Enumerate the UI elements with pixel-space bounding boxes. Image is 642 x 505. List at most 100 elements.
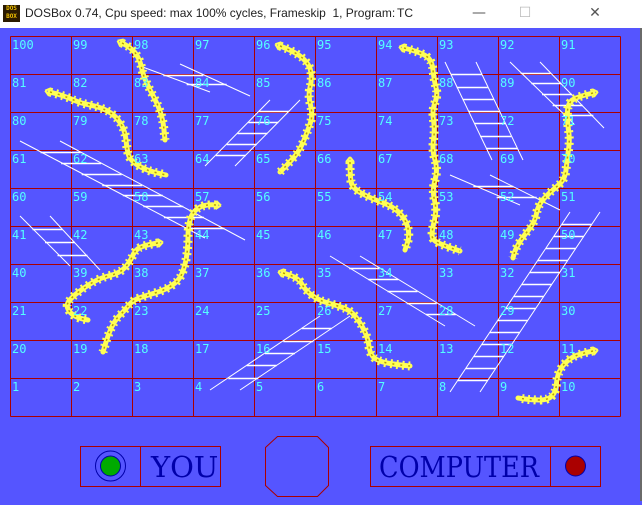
close-icon: ✕ (589, 5, 601, 21)
cell-number-36: 36 (256, 266, 270, 280)
green-token-icon (100, 455, 121, 477)
cell-number-78: 78 (134, 114, 148, 128)
cell-number-38: 38 (134, 266, 148, 280)
cell-number-22: 22 (73, 304, 87, 318)
cell-number-65: 65 (256, 152, 270, 166)
cell-number-5: 5 (256, 380, 263, 394)
cell-number-42: 42 (73, 228, 87, 242)
cell-number-72: 72 (500, 114, 514, 128)
cell-number-44: 44 (195, 228, 209, 242)
cell-number-63: 63 (134, 152, 148, 166)
program-name: TC (397, 6, 413, 20)
game-screen: 100 99 98 97 96 95 94 93 92 91 81 82 83 84 85 86 87 88 89 9… (0, 28, 642, 501)
cell-number-69: 69 (500, 152, 514, 166)
board-cell-5 (255, 379, 315, 416)
cell-number-45: 45 (256, 228, 270, 242)
cell-number-8: 8 (439, 380, 446, 394)
computer-label: COMPUTER (379, 450, 540, 484)
cell-number-86: 86 (317, 76, 331, 90)
cell-number-27: 27 (378, 304, 392, 318)
close-button[interactable]: ✕ (548, 0, 642, 28)
cell-number-28: 28 (439, 304, 453, 318)
dosbox-app-icon[interactable]: DOS BOX (3, 5, 20, 22)
red-token-icon (565, 455, 586, 477)
cell-number-21: 21 (12, 304, 26, 318)
maximize-button[interactable]: ☐ (502, 0, 548, 28)
board-cell-2 (72, 379, 132, 416)
cell-number-46: 46 (317, 228, 331, 242)
cell-number-2: 2 (73, 380, 80, 394)
cell-number-98: 98 (134, 38, 148, 52)
game-canvas: 100 99 98 97 96 95 94 93 92 9181 82 83 84 85 86 87 88 89 9… (10, 36, 621, 497)
cell-number-24: 24 (195, 304, 209, 318)
cell-number-93: 93 (439, 38, 453, 52)
board-cell-6 (316, 379, 376, 416)
cell-number-59: 59 (73, 190, 87, 204)
cell-number-71: 71 (561, 114, 575, 128)
cell-number-60: 60 (12, 190, 26, 204)
you-panel: YOU (80, 446, 221, 487)
cell-number-11: 11 (561, 342, 575, 356)
cell-number-89: 89 (500, 76, 514, 90)
cell-number-12: 12 (500, 342, 514, 356)
cell-number-50: 50 (561, 228, 575, 242)
cell-number-87: 87 (378, 76, 392, 90)
cell-number-75: 75 (317, 114, 331, 128)
cell-number-80: 80 (12, 114, 26, 128)
cell-number-81: 81 (12, 76, 26, 90)
cell-number-99: 99 (73, 38, 87, 52)
cell-number-96: 96 (256, 38, 270, 52)
cell-number-61: 61 (12, 152, 26, 166)
cell-number-70: 70 (561, 152, 575, 166)
cell-number-6: 6 (317, 380, 324, 394)
cell-number-74: 74 (378, 114, 392, 128)
cell-number-35: 35 (317, 266, 331, 280)
cell-number-77: 77 (195, 114, 209, 128)
cell-number-62: 62 (73, 152, 87, 166)
cell-number-73: 73 (439, 114, 453, 128)
cell-number-15: 15 (317, 342, 331, 356)
cell-number-37: 37 (195, 266, 209, 280)
cell-number-66: 66 (317, 152, 331, 166)
cell-number-54: 54 (378, 190, 392, 204)
cell-number-1: 1 (12, 380, 19, 394)
cell-number-53: 53 (439, 190, 453, 204)
cell-number-19: 19 (73, 342, 87, 356)
cell-number-26: 26 (317, 304, 331, 318)
cell-number-40: 40 (12, 266, 26, 280)
cell-number-52: 52 (500, 190, 514, 204)
cell-number-18: 18 (134, 342, 148, 356)
cell-number-9: 9 (500, 380, 507, 394)
maximize-icon: ☐ (518, 5, 532, 21)
cell-number-68: 68 (439, 152, 453, 166)
window-title: DOSBox 0.74, Cpu speed: max 100% cycles,… (25, 6, 396, 20)
dice-button[interactable] (265, 436, 329, 497)
cell-number-91: 91 (561, 38, 575, 52)
cell-number-51: 51 (561, 190, 575, 204)
computer-panel: COMPUTER (370, 446, 601, 487)
cell-number-90: 90 (561, 76, 575, 90)
board-cell-7 (377, 379, 437, 416)
cell-number-20: 20 (12, 342, 26, 356)
cell-number-49: 49 (500, 228, 514, 242)
cell-number-17: 17 (195, 342, 209, 356)
cell-number-95: 95 (317, 38, 331, 52)
cell-number-43: 43 (134, 228, 148, 242)
board-cell-4 (194, 379, 254, 416)
window-titlebar: DOS BOX DOSBox 0.74, Cpu speed: max 100% … (0, 0, 642, 28)
cell-number-97: 97 (195, 38, 209, 52)
board-cell-3 (133, 379, 193, 416)
minimize-icon: — (472, 5, 486, 21)
cell-number-34: 34 (378, 266, 392, 280)
cell-number-82: 82 (73, 76, 87, 90)
cell-number-100: 100 (12, 38, 34, 52)
cell-number-30: 30 (561, 304, 575, 318)
cell-number-57: 57 (195, 190, 209, 204)
cell-number-88: 88 (439, 76, 453, 90)
cell-number-25: 25 (256, 304, 270, 318)
cell-number-84: 84 (195, 76, 209, 90)
cell-number-48: 48 (439, 228, 453, 242)
cell-number-31: 31 (561, 266, 575, 280)
cell-number-39: 39 (73, 266, 87, 280)
minimize-button[interactable]: — (456, 0, 502, 28)
